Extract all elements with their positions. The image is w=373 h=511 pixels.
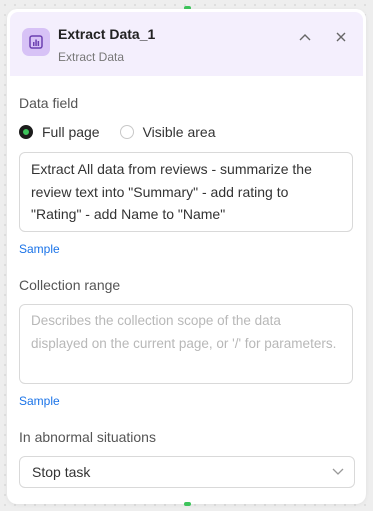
- node-subtitle: Extract Data: [58, 50, 125, 64]
- radio-unselected-indicator: [119, 125, 134, 139]
- abnormal-situations-value: Stop task: [32, 464, 91, 480]
- close-button[interactable]: [332, 28, 350, 46]
- abnormal-situations-select[interactable]: Stop task: [19, 456, 355, 488]
- collection-range-textarea[interactable]: Describes the collection scope of the da…: [19, 304, 353, 384]
- node-panel: Extract Data_1 Extract Data Data field F…: [7, 9, 366, 504]
- chart-bar-icon: [22, 28, 50, 56]
- radio-full-page[interactable]: Full page: [19, 124, 100, 140]
- close-icon: [336, 32, 346, 42]
- data-field-textarea[interactable]: Extract All data from reviews - summariz…: [19, 152, 353, 232]
- data-field-sample-link[interactable]: Sample: [19, 242, 60, 256]
- node-title: Extract Data_1: [58, 26, 156, 42]
- radio-selected-indicator: [19, 125, 33, 139]
- chevron-down-icon: [332, 468, 344, 475]
- collection-range-label: Collection range: [19, 277, 121, 293]
- radio-visible-area-label: Visible area: [142, 124, 216, 140]
- abnormal-situations-label: In abnormal situations: [19, 429, 156, 445]
- data-field-radio-group: Full page Visible area: [19, 124, 216, 140]
- collapse-button[interactable]: [296, 28, 314, 46]
- bottom-connector-handle[interactable]: [184, 502, 191, 506]
- data-field-label: Data field: [19, 95, 79, 111]
- chevron-up-icon: [299, 34, 311, 41]
- collection-range-sample-link[interactable]: Sample: [19, 394, 60, 408]
- radio-full-page-label: Full page: [42, 124, 100, 140]
- panel-header: Extract Data_1 Extract Data: [10, 12, 363, 76]
- radio-visible-area[interactable]: Visible area: [119, 124, 216, 140]
